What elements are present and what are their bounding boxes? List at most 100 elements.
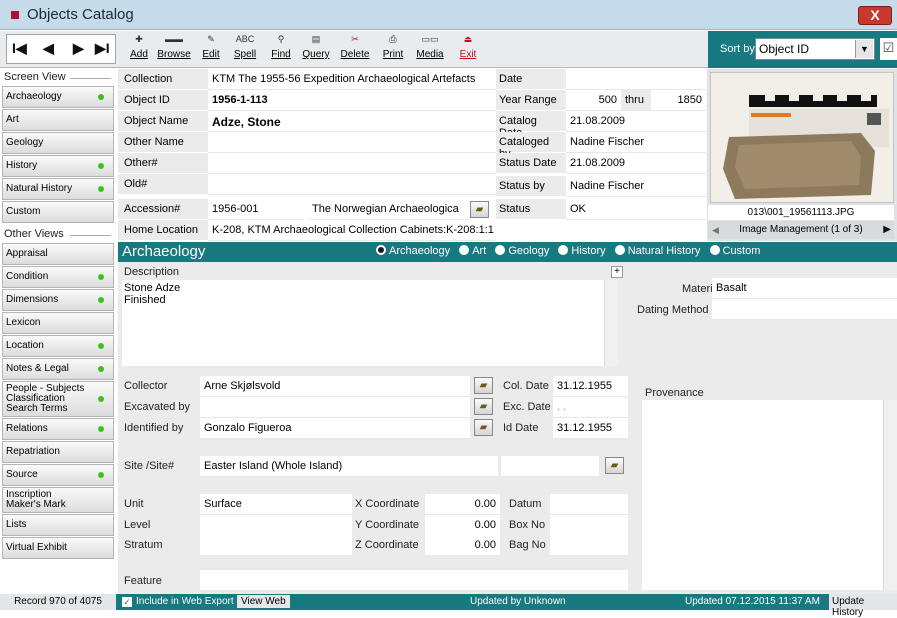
collection-field[interactable]: KTM The 1955-56 Expedition Archaeologica… bbox=[208, 69, 496, 90]
exit-button[interactable]: ⏏ Exit bbox=[451, 34, 485, 66]
site-number-field[interactable] bbox=[501, 456, 599, 477]
screen-view-natural-history[interactable]: Natural History bbox=[2, 178, 114, 200]
ycoord-field[interactable]: 0.00 bbox=[425, 515, 500, 536]
screen-view-archaeology[interactable]: Archaeology bbox=[2, 86, 114, 108]
other-view-condition[interactable]: Condition bbox=[2, 266, 114, 288]
media-button[interactable]: ▭▭ Media bbox=[412, 34, 448, 66]
add-button[interactable]: ✚ Add bbox=[124, 34, 154, 66]
object-name-field[interactable]: Adze, Stone bbox=[208, 111, 496, 132]
spell-button[interactable]: ABC Spell bbox=[230, 34, 260, 66]
close-button[interactable]: X bbox=[858, 6, 892, 25]
object-photo[interactable] bbox=[710, 72, 894, 203]
last-record-button[interactable]: ▶I bbox=[95, 40, 110, 57]
browse-button[interactable]: ▬▬ Browse bbox=[154, 34, 194, 66]
description-field[interactable]: Stone Adze Finished bbox=[122, 280, 618, 366]
zcoord-field[interactable]: 0.00 bbox=[425, 535, 500, 556]
other-view-repatriation[interactable]: Repatriation bbox=[2, 441, 114, 463]
other-view-virtual-exhibit[interactable]: Virtual Exhibit bbox=[2, 537, 114, 559]
xcoord-field[interactable]: 0.00 bbox=[425, 494, 500, 515]
accession-field[interactable]: 1956-001 bbox=[208, 199, 304, 220]
view-sidebar: Screen View Archaeology Art Geology Hist… bbox=[0, 69, 117, 594]
expand-icon[interactable]: + bbox=[611, 266, 623, 278]
view-web-button[interactable]: View Web bbox=[237, 595, 290, 608]
unit-field[interactable]: Surface bbox=[200, 494, 352, 515]
chevron-down-icon[interactable]: ▼ bbox=[855, 40, 873, 58]
folder-icon[interactable]: ▰ bbox=[474, 419, 493, 436]
provenance-scrollbar[interactable] bbox=[883, 400, 897, 590]
radio-history[interactable]: History bbox=[552, 245, 606, 257]
status-field[interactable]: OK bbox=[566, 199, 706, 220]
add-icon: ✚ bbox=[135, 34, 143, 44]
folder-icon[interactable]: ▰ bbox=[474, 398, 493, 415]
collector-field[interactable]: Arne Skjølsvold bbox=[200, 376, 470, 397]
material-field[interactable]: Basalt bbox=[712, 278, 897, 299]
other-view-lexicon[interactable]: Lexicon bbox=[2, 312, 114, 334]
other-num-label: Other# bbox=[118, 153, 208, 174]
folder-icon[interactable]: ▰ bbox=[605, 457, 624, 474]
other-view-relations[interactable]: Relations bbox=[2, 418, 114, 440]
radio-custom[interactable]: Custom bbox=[704, 245, 760, 257]
query-button[interactable]: ▤ Query bbox=[298, 34, 334, 66]
year-from-field[interactable]: 500 bbox=[566, 90, 621, 111]
catalog-date-field[interactable]: 21.08.2009 bbox=[566, 111, 706, 132]
cataloged-by-field[interactable]: Nadine Fischer bbox=[566, 132, 706, 153]
description-scrollbar[interactable] bbox=[604, 280, 618, 366]
other-view-dimensions[interactable]: Dimensions bbox=[2, 289, 114, 311]
checkmark-icon[interactable]: ☑ bbox=[880, 38, 897, 60]
image-prev-icon[interactable]: ◀ bbox=[712, 221, 719, 239]
image-management-button[interactable]: ◀ Image Management (1 of 3) ▶ bbox=[708, 221, 894, 239]
site-field[interactable]: Easter Island (Whole Island) bbox=[200, 456, 498, 477]
other-view-appraisal[interactable]: Appraisal bbox=[2, 243, 114, 265]
edit-button[interactable]: ✎ Edit bbox=[198, 34, 224, 66]
other-view-people-subjects[interactable]: People - Subjects Classification Search … bbox=[2, 381, 114, 417]
next-record-button[interactable]: ▶ bbox=[73, 40, 84, 57]
identified-by-field[interactable]: Gonzalo Figueroa bbox=[200, 418, 470, 439]
provenance-field[interactable] bbox=[642, 400, 897, 590]
home-location-field[interactable]: K-208, KTM Archaeological Collection Cab… bbox=[208, 220, 496, 241]
status-date-field[interactable]: 21.08.2009 bbox=[566, 153, 706, 174]
screen-view-history[interactable]: History bbox=[2, 155, 114, 177]
delete-button[interactable]: ✂ Delete bbox=[337, 34, 373, 66]
status-by-field[interactable]: Nadine Fischer bbox=[566, 176, 706, 197]
exc-date-field[interactable]: . . bbox=[553, 397, 628, 418]
folder-icon[interactable]: ▰ bbox=[474, 377, 493, 394]
print-button[interactable]: ⎙ Print bbox=[376, 34, 410, 66]
update-history-button[interactable]: Update History bbox=[829, 594, 897, 618]
dating-method-field[interactable] bbox=[712, 299, 897, 320]
boxno-field[interactable] bbox=[550, 515, 628, 536]
first-record-button[interactable]: I◀ bbox=[12, 40, 27, 57]
feature-field[interactable] bbox=[200, 570, 628, 591]
old-num-field[interactable] bbox=[208, 174, 496, 195]
bagno-field[interactable] bbox=[550, 535, 628, 556]
radio-art[interactable]: Art bbox=[453, 245, 486, 257]
year-to-field[interactable]: 1850 bbox=[651, 90, 706, 111]
sort-select[interactable]: Object ID ▼ bbox=[755, 38, 875, 60]
find-button[interactable]: ⚲ Find bbox=[268, 34, 294, 66]
stratum-field[interactable] bbox=[200, 535, 352, 556]
datum-field[interactable] bbox=[550, 494, 628, 515]
other-view-location[interactable]: Location bbox=[2, 335, 114, 357]
other-num-field[interactable] bbox=[208, 153, 496, 174]
other-view-source[interactable]: Source bbox=[2, 464, 114, 486]
other-name-field[interactable] bbox=[208, 132, 496, 153]
folder-icon[interactable]: ▰ bbox=[470, 201, 489, 218]
prev-record-button[interactable]: ◀ bbox=[43, 40, 54, 57]
other-view-notes-legal[interactable]: Notes & Legal bbox=[2, 358, 114, 380]
web-export-checkbox[interactable]: ✓ bbox=[122, 597, 132, 607]
excavated-by-field[interactable] bbox=[200, 397, 470, 418]
other-view-inscription[interactable]: Inscription Maker's Mark bbox=[2, 487, 114, 513]
image-next-icon[interactable]: ▶ bbox=[883, 221, 891, 239]
other-view-lists[interactable]: Lists bbox=[2, 514, 114, 536]
id-date-field[interactable]: 31.12.1955 bbox=[553, 418, 628, 439]
accession-name-field[interactable]: The Norwegian Archaeologica bbox=[308, 199, 468, 220]
object-id-field[interactable]: 1956-1-113 bbox=[208, 90, 496, 111]
col-date-field[interactable]: 31.12.1955 bbox=[553, 376, 628, 397]
level-field[interactable] bbox=[200, 515, 352, 536]
radio-archaeology[interactable]: Archaeology bbox=[370, 245, 450, 257]
screen-view-art[interactable]: Art bbox=[2, 109, 114, 131]
screen-view-geology[interactable]: Geology bbox=[2, 132, 114, 154]
radio-natural-history[interactable]: Natural History bbox=[609, 245, 700, 257]
radio-geology[interactable]: Geology bbox=[489, 245, 549, 257]
date-field[interactable] bbox=[566, 69, 706, 90]
screen-view-custom[interactable]: Custom bbox=[2, 201, 114, 223]
